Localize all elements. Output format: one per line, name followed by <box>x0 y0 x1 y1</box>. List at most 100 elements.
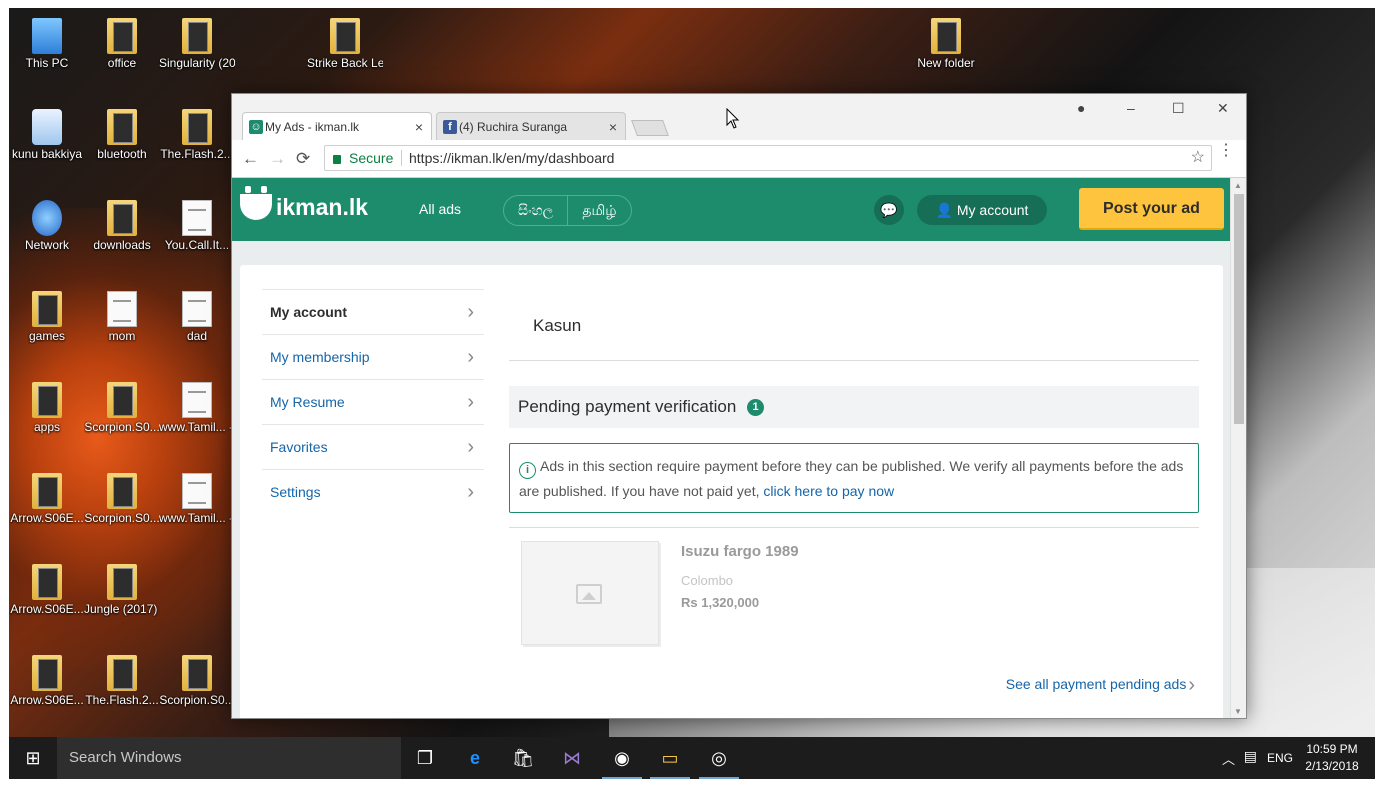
chrome-menu-icon[interactable]: ⋮ <box>1218 143 1234 159</box>
tray-chevron-icon[interactable]: ︿ <box>1222 749 1235 768</box>
desktop-icon[interactable]: Jungle (2017) [YTS.AG] <box>84 564 160 617</box>
desktop-icon[interactable]: Scorpion.S0... <box>84 382 160 435</box>
desktop-icon[interactable]: bluetooth <box>84 109 160 162</box>
mouse-cursor-icon <box>726 108 740 129</box>
close-tab-icon[interactable]: × <box>609 113 617 141</box>
minimize-button[interactable]: – <box>1127 100 1135 116</box>
pay-now-link[interactable]: click here to pay now <box>763 483 894 499</box>
chevron-right-icon: › <box>467 346 474 368</box>
desktop-icon[interactable]: You.Call.It... <box>159 200 235 253</box>
windows-start-icon[interactable]: ⊞ <box>9 737 57 779</box>
url-text[interactable]: https://ikman.lk/en/my/dashboard <box>409 146 614 170</box>
folder-icon <box>107 200 137 236</box>
desktop-icon[interactable]: Scorpion.S0... <box>159 655 235 708</box>
folder-icon <box>107 655 137 691</box>
edge-icon[interactable]: e <box>455 743 495 779</box>
desktop-icon[interactable]: kunu bakkiya <box>9 109 85 162</box>
sidenav-item-settings[interactable]: Settings › <box>262 469 484 514</box>
sidenav-item-my-membership[interactable]: My membership › <box>262 334 484 379</box>
sidenav-label: My membership <box>270 349 370 365</box>
post-ad-button[interactable]: Post your ad <box>1079 188 1224 230</box>
secure-indicator[interactable]: Secure <box>333 146 393 170</box>
desktop-icon[interactable]: Network <box>9 200 85 253</box>
desktop-icon[interactable]: office <box>84 18 160 71</box>
address-bar[interactable]: Secure https://ikman.lk/en/my/dashboard … <box>324 145 1212 171</box>
tab-my-ads[interactable]: ☺ My Ads - ikman.lk × <box>242 112 432 140</box>
desktop-icon-label: You.Call.It... <box>164 238 230 252</box>
logo-smile-icon <box>240 186 272 220</box>
desktop-icon[interactable]: The.Flash.2... <box>159 109 235 162</box>
forward-button[interactable]: → <box>269 149 286 169</box>
bookmark-star-icon[interactable]: ☆ <box>1191 146 1205 170</box>
my-account-button[interactable]: 👤 My account <box>917 195 1047 225</box>
desktop-icon-label: apps <box>33 420 61 434</box>
desktop-icon[interactable]: The.Flash.2... <box>84 655 160 708</box>
folder-icon <box>32 473 62 509</box>
desktop-icon-label: mom <box>108 329 136 343</box>
folder-icon <box>32 291 62 327</box>
desktop-icon[interactable]: downloads <box>84 200 160 253</box>
tab-facebook[interactable]: f (4) Ruchira Suranga × <box>436 112 626 140</box>
desktop-icon[interactable]: Arrow.S06E... <box>9 473 85 526</box>
notification-icon[interactable]: ▤ <box>1244 748 1257 765</box>
chrome-taskbar-icon[interactable]: ◉ <box>602 743 642 779</box>
desktop-icon[interactable]: Singularity (2017) [Y... <box>159 18 235 71</box>
desktop-icon-label: Jungle (2017) [YTS.AG] <box>84 602 160 616</box>
taskbar-search-input[interactable]: Search Windows <box>57 737 401 779</box>
task-view-icon[interactable]: ❐ <box>405 743 445 779</box>
ad-thumbnail[interactable] <box>521 541 659 645</box>
desktop-icon[interactable]: Arrow.S06E... <box>9 564 85 617</box>
close-tab-icon[interactable]: × <box>415 113 423 141</box>
desktop-icon[interactable]: Arrow.S06E... <box>9 655 85 708</box>
close-window-button[interactable]: ✕ <box>1217 100 1229 117</box>
pending-payment-header: Pending payment verification 1 <box>509 386 1199 428</box>
all-ads-link[interactable]: All ads <box>419 201 461 217</box>
desktop-icon[interactable]: apps <box>9 382 85 435</box>
desktop-icon[interactable]: New folder <box>908 18 984 71</box>
network-icon <box>32 200 62 236</box>
folder-icon <box>32 655 62 691</box>
input-language[interactable]: ENG <box>1267 751 1293 765</box>
document-icon <box>107 291 137 327</box>
desktop-icon[interactable]: This PC <box>9 18 85 71</box>
new-tab-button[interactable] <box>631 120 669 136</box>
desktop-icon[interactable]: games <box>9 291 85 344</box>
clock[interactable]: 10:59 PM 2/13/2018 <box>1303 741 1361 775</box>
scroll-up-icon[interactable]: ▲ <box>1234 181 1242 190</box>
scroll-down-icon[interactable]: ▼ <box>1234 707 1242 716</box>
sidenav-item-my-account[interactable]: My account › <box>262 289 484 334</box>
username-heading: Kasun <box>533 316 582 335</box>
store-icon[interactable]: 🛍 <box>503 743 543 779</box>
desktop-icon-label: Arrow.S06E... <box>10 511 84 525</box>
desktop-icon[interactable]: www.Tamil... - Nibunan (... <box>159 473 235 526</box>
maximize-button[interactable]: ☐ <box>1172 100 1185 117</box>
site-header: ikman.lk All ads සිංහල தமிழ் 💬 👤 My acco… <box>232 178 1230 241</box>
see-all-pending-link[interactable]: See all payment pending ads › <box>1006 674 1195 697</box>
profile-icon[interactable]: ● <box>1077 100 1085 116</box>
visual-studio-icon[interactable]: ⋈ <box>552 743 592 779</box>
page-scrollbar[interactable]: ▲ ▼ <box>1230 178 1246 718</box>
desktop-icon-label: www.Tamil... - MCA Mid... <box>159 420 235 434</box>
camera-app-icon[interactable]: ◎ <box>699 743 739 779</box>
tab-label: My Ads - ikman.lk <box>265 120 360 134</box>
ad-title[interactable]: Isuzu fargo 1989 <box>681 543 799 560</box>
desktop-icon[interactable]: dad <box>159 291 235 344</box>
pending-title: Pending payment verification <box>518 397 737 416</box>
file-explorer-icon[interactable]: ▭ <box>650 743 690 779</box>
desktop-icon[interactable]: Strike Back Legacy S05... <box>307 18 383 71</box>
folder-icon <box>182 655 212 691</box>
folder-icon <box>107 18 137 54</box>
reload-button[interactable]: ⟳ <box>296 149 310 169</box>
scroll-thumb[interactable] <box>1234 194 1244 424</box>
lang-sinhala[interactable]: සිංහල <box>504 196 567 225</box>
desktop-icon[interactable]: www.Tamil... - MCA Mid... <box>159 382 235 435</box>
desktop-icon[interactable]: Scorpion.S0... <box>84 473 160 526</box>
chat-icon[interactable]: 💬 <box>874 195 904 225</box>
sidenav-item-favorites[interactable]: Favorites › <box>262 424 484 469</box>
sidenav-item-my-resume[interactable]: My Resume › <box>262 379 484 424</box>
folder-icon <box>32 564 62 600</box>
desktop-icon[interactable]: mom <box>84 291 160 344</box>
ikman-logo[interactable]: ikman.lk <box>240 186 368 221</box>
back-button[interactable]: ← <box>242 149 259 169</box>
lang-tamil[interactable]: தமிழ் <box>567 196 630 225</box>
